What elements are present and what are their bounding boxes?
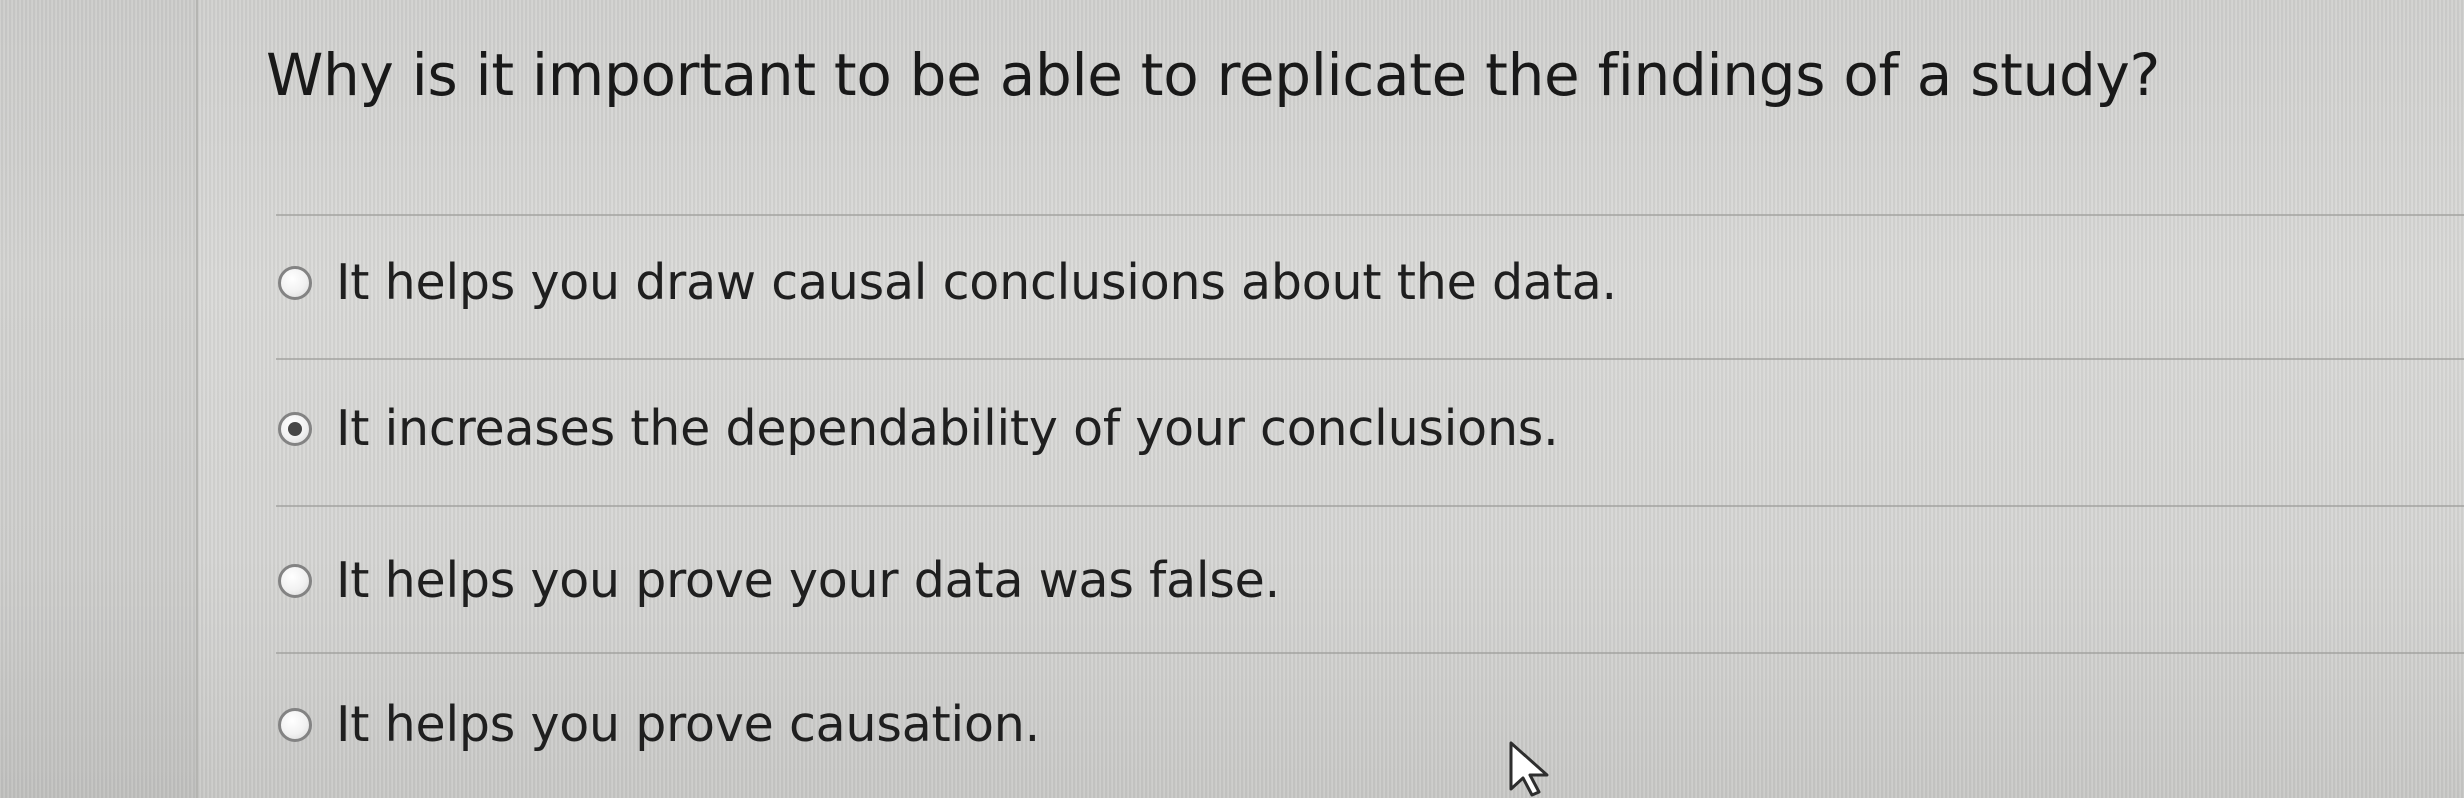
answer-option-3[interactable]: It helps you prove your data was false. <box>278 556 1280 605</box>
option-divider <box>276 358 2464 360</box>
answer-option-label: It helps you prove causation. <box>336 696 1040 753</box>
option-divider <box>276 505 2464 507</box>
answer-option-2[interactable]: It increases the dependability of your c… <box>278 404 1559 453</box>
radio-button-option-3[interactable] <box>278 563 312 598</box>
answer-option-4[interactable]: It helps you prove causation. <box>278 700 1040 749</box>
answer-option-label: It increases the dependability of your c… <box>336 400 1559 457</box>
answer-option-label: It helps you prove your data was false. <box>336 552 1280 609</box>
option-divider <box>276 652 2464 654</box>
answer-option-label: It helps you draw causal conclusions abo… <box>336 254 1617 311</box>
radio-button-option-1[interactable] <box>278 265 312 300</box>
mouse-pointer-icon <box>1509 741 1549 797</box>
radio-button-option-2[interactable] <box>278 411 312 446</box>
quiz-screen: Why is it important to be able to replic… <box>0 0 2464 798</box>
question-area: Why is it important to be able to replic… <box>196 0 2464 798</box>
option-divider <box>276 214 2464 216</box>
answer-option-1[interactable]: It helps you draw causal conclusions abo… <box>278 258 1617 307</box>
left-gutter <box>0 0 198 798</box>
question-text: Why is it important to be able to replic… <box>266 41 2160 109</box>
radio-button-option-4[interactable] <box>278 707 312 742</box>
